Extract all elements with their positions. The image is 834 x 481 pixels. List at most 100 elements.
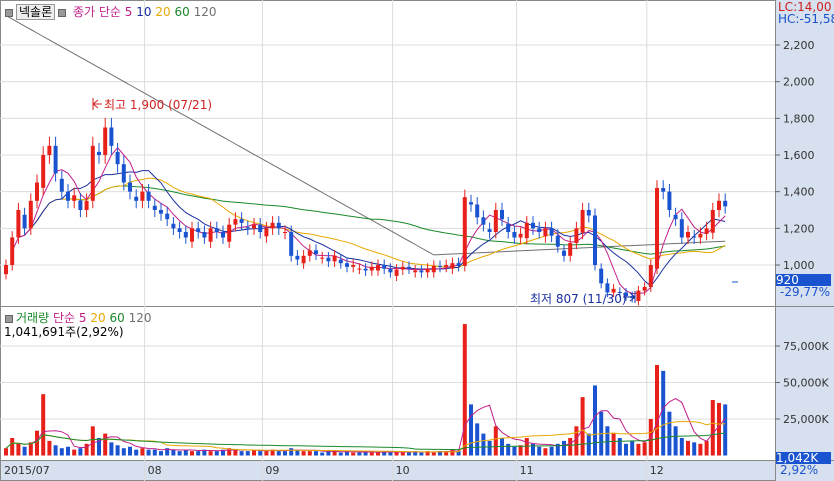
volume-bar: [524, 437, 529, 456]
candle-body: [90, 145, 95, 201]
volume-bar: [369, 452, 374, 456]
volume-bar: [400, 452, 405, 456]
volume-bar: [698, 443, 703, 456]
candle-body: [555, 235, 560, 247]
candle-body: [450, 263, 455, 269]
candle-body: [53, 145, 58, 174]
volume-bar: [35, 430, 39, 456]
legend-marker-icon: [5, 8, 13, 17]
candle-body: [128, 182, 132, 192]
candle-body: [636, 290, 641, 302]
candle-body: [258, 224, 263, 232]
volume-bar: [146, 449, 151, 456]
candle-body: [134, 196, 139, 201]
volume-bar: [593, 385, 597, 456]
volume-bar: [22, 446, 27, 456]
candle-body: [413, 270, 418, 273]
candle-body: [190, 228, 194, 242]
volume-bar: [642, 442, 647, 456]
ma120-line: [5, 15, 726, 256]
volume-bar: [10, 437, 15, 456]
candle-body: [295, 255, 300, 260]
candle-body: [140, 191, 145, 201]
candle-body: [456, 263, 461, 266]
candle-body: [698, 233, 703, 238]
candle-body: [444, 264, 449, 267]
volume-bar: [723, 404, 728, 456]
candle-body: [252, 224, 256, 229]
price-tick-label: 1,800: [783, 112, 815, 125]
candle-body: [183, 231, 188, 238]
volume-bar: [586, 433, 591, 456]
date-label: 08: [148, 464, 162, 477]
low-annotation: 최저 807 (11/30): [530, 292, 627, 306]
candle-body: [363, 268, 368, 271]
ma5-line: [11, 146, 726, 295]
candle-body: [655, 187, 659, 269]
candle-body: [419, 270, 424, 273]
price-tick-label: 1,000: [783, 259, 815, 272]
volume-bar: [171, 449, 176, 456]
candle-body: [475, 204, 480, 218]
candle-body: [171, 223, 176, 229]
candle-body: [500, 209, 504, 220]
candle-body: [276, 222, 281, 229]
volume-bar: [673, 426, 678, 456]
volume-bar: [264, 451, 269, 456]
stock-chart[interactable]: 2,200 2,000 1,800 1,600 1,400 1,200 1,000 75,00…: [0, 0, 834, 481]
candle-body: [47, 145, 52, 155]
volume-bar: [190, 451, 194, 456]
candle-body: [357, 268, 362, 270]
candle-body: [487, 229, 492, 232]
candle-body: [103, 127, 108, 155]
candle-body: [314, 250, 318, 254]
volume-change: 2,92%: [780, 463, 819, 477]
price-tick-label: 2,200: [783, 39, 815, 52]
stock-name-button[interactable]: 넥솔론: [16, 4, 56, 20]
volume-bar: [177, 451, 182, 456]
candle-body: [512, 231, 517, 238]
volume-bar: [376, 452, 380, 456]
candle-body: [710, 209, 715, 233]
volume-bar: [115, 445, 120, 456]
candle-body: [109, 127, 114, 146]
candle-body: [35, 182, 39, 201]
volume-bar: [419, 452, 424, 456]
volume-bar: [338, 452, 343, 456]
price-change: -29,77%: [780, 285, 831, 299]
price-ma-label: 종가 단순: [72, 5, 121, 19]
volume-bar: [152, 449, 157, 456]
volume-bar: [245, 451, 250, 456]
ma60-line: [67, 185, 726, 255]
volume-bar: [679, 437, 684, 456]
candle-body: [717, 200, 721, 210]
candle-body: [394, 269, 399, 276]
volume-bar: [487, 440, 492, 456]
candle-body: [506, 223, 511, 232]
volume-bar: [568, 437, 573, 456]
candle-body: [214, 228, 219, 232]
candle-body: [301, 255, 306, 264]
candle-body: [146, 191, 151, 201]
volume-bar: [196, 451, 201, 456]
volume-bar: [90, 426, 95, 456]
chart-border: [0, 0, 776, 481]
candle-body: [388, 268, 393, 273]
candle-body: [568, 242, 573, 256]
volume-bar: [667, 411, 672, 456]
candle-body: [78, 200, 83, 210]
candle-body: [264, 228, 269, 237]
candle-body: [586, 209, 591, 216]
volume-bar: [47, 440, 52, 456]
volume-bar: [283, 451, 287, 456]
volume-bar: [208, 451, 213, 456]
candle-body: [580, 209, 585, 233]
legend-marker-icon: [5, 314, 13, 323]
candle-body: [59, 178, 64, 192]
candle-body: [22, 214, 27, 229]
volume-bar: [655, 364, 659, 456]
hc-value: HC:-51,58: [778, 12, 834, 26]
legend-marker-icon: [58, 8, 67, 17]
candle-body: [66, 191, 70, 201]
volume-bar: [301, 451, 306, 456]
